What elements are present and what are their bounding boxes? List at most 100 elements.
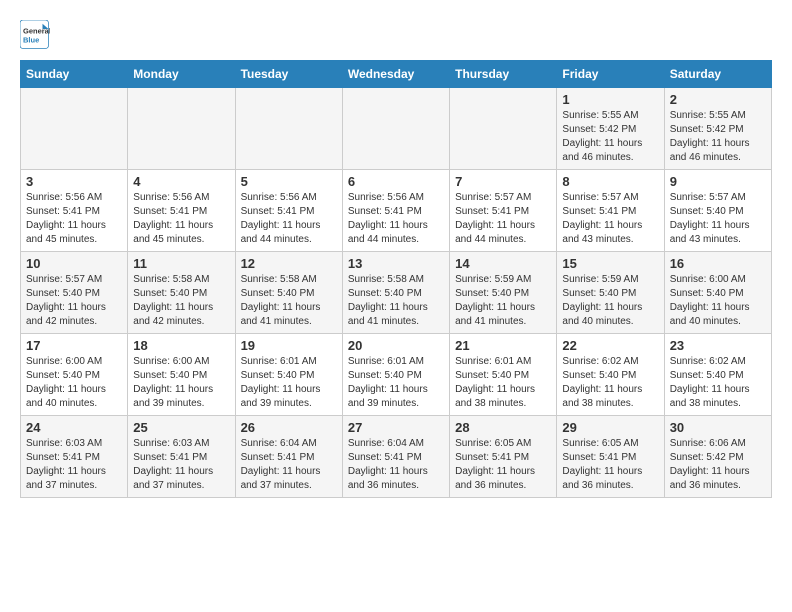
day-info: Sunrise: 6:06 AM Sunset: 5:42 PM Dayligh… (670, 437, 766, 493)
day-info: Sunrise: 6:00 AM Sunset: 5:40 PM Dayligh… (26, 355, 122, 411)
day-number: 3 (26, 174, 122, 189)
calendar-cell (450, 88, 557, 170)
day-number: 13 (348, 256, 444, 271)
calendar-cell: 27 Sunrise: 6:04 AM Sunset: 5:41 PM Dayli… (342, 416, 449, 498)
column-header-sunday: Sunday (21, 61, 128, 88)
calendar-week-row: 17 Sunrise: 6:00 AM Sunset: 5:40 PM Dayli… (21, 334, 772, 416)
calendar-cell (21, 88, 128, 170)
calendar-cell: 1 Sunrise: 5:55 AM Sunset: 5:42 PM Daylig… (557, 88, 664, 170)
day-number: 20 (348, 338, 444, 353)
calendar-cell: 18 Sunrise: 6:00 AM Sunset: 5:40 PM Dayli… (128, 334, 235, 416)
day-info: Sunrise: 6:04 AM Sunset: 5:41 PM Dayligh… (348, 437, 444, 493)
day-number: 8 (562, 174, 658, 189)
calendar-cell: 5 Sunrise: 5:56 AM Sunset: 5:41 PM Daylig… (235, 170, 342, 252)
day-info: Sunrise: 6:02 AM Sunset: 5:40 PM Dayligh… (670, 355, 766, 411)
calendar-cell: 23 Sunrise: 6:02 AM Sunset: 5:40 PM Dayli… (664, 334, 771, 416)
calendar-cell: 24 Sunrise: 6:03 AM Sunset: 5:41 PM Dayli… (21, 416, 128, 498)
day-number: 18 (133, 338, 229, 353)
calendar-cell: 26 Sunrise: 6:04 AM Sunset: 5:41 PM Dayli… (235, 416, 342, 498)
day-info: Sunrise: 5:59 AM Sunset: 5:40 PM Dayligh… (562, 273, 658, 329)
day-number: 16 (670, 256, 766, 271)
page-header: General Blue (20, 20, 772, 50)
day-info: Sunrise: 5:55 AM Sunset: 5:42 PM Dayligh… (562, 109, 658, 165)
day-info: Sunrise: 5:57 AM Sunset: 5:40 PM Dayligh… (26, 273, 122, 329)
day-info: Sunrise: 6:05 AM Sunset: 5:41 PM Dayligh… (455, 437, 551, 493)
day-number: 24 (26, 420, 122, 435)
day-number: 11 (133, 256, 229, 271)
calendar-cell: 14Sunrise: 5:59 AM Sunset: 5:40 PM Dayli… (450, 252, 557, 334)
day-number: 26 (241, 420, 337, 435)
calendar-cell: 19 Sunrise: 6:01 AM Sunset: 5:40 PM Dayli… (235, 334, 342, 416)
calendar-cell: 9 Sunrise: 5:57 AM Sunset: 5:40 PM Daylig… (664, 170, 771, 252)
day-number: 29 (562, 420, 658, 435)
day-info: Sunrise: 6:01 AM Sunset: 5:40 PM Dayligh… (455, 355, 551, 411)
day-number: 23 (670, 338, 766, 353)
calendar-week-row: 24 Sunrise: 6:03 AM Sunset: 5:41 PM Dayli… (21, 416, 772, 498)
calendar-header-row: SundayMondayTuesdayWednesdayThursdayFrid… (21, 61, 772, 88)
logo-icon: General Blue (20, 20, 50, 50)
calendar-cell: 7 Sunrise: 5:57 AM Sunset: 5:41 PM Daylig… (450, 170, 557, 252)
calendar-week-row: 3 Sunrise: 5:56 AM Sunset: 5:41 PM Daylig… (21, 170, 772, 252)
calendar-cell: 30 Sunrise: 6:06 AM Sunset: 5:42 PM Dayli… (664, 416, 771, 498)
day-number: 7 (455, 174, 551, 189)
day-info: Sunrise: 6:00 AM Sunset: 5:40 PM Dayligh… (133, 355, 229, 411)
day-number: 15 (562, 256, 658, 271)
day-info: Sunrise: 5:56 AM Sunset: 5:41 PM Dayligh… (241, 191, 337, 247)
calendar-cell: 12Sunrise: 5:58 AM Sunset: 5:40 PM Dayli… (235, 252, 342, 334)
calendar-cell: 15 Sunrise: 5:59 AM Sunset: 5:40 PM Dayli… (557, 252, 664, 334)
day-number: 6 (348, 174, 444, 189)
day-info: Sunrise: 5:56 AM Sunset: 5:41 PM Dayligh… (26, 191, 122, 247)
calendar-cell: 22 Sunrise: 6:02 AM Sunset: 5:40 PM Dayli… (557, 334, 664, 416)
day-number: 1 (562, 92, 658, 107)
day-number: 22 (562, 338, 658, 353)
day-info: Sunrise: 6:02 AM Sunset: 5:40 PM Dayligh… (562, 355, 658, 411)
calendar-cell: 3 Sunrise: 5:56 AM Sunset: 5:41 PM Daylig… (21, 170, 128, 252)
day-number: 10 (26, 256, 122, 271)
day-number: 2 (670, 92, 766, 107)
calendar-cell: 21 Sunrise: 6:01 AM Sunset: 5:40 PM Dayli… (450, 334, 557, 416)
day-info: Sunrise: 5:57 AM Sunset: 5:41 PM Dayligh… (455, 191, 551, 247)
logo: General Blue (20, 20, 55, 50)
day-info: Sunrise: 6:03 AM Sunset: 5:41 PM Dayligh… (26, 437, 122, 493)
calendar-table: SundayMondayTuesdayWednesdayThursdayFrid… (20, 60, 772, 498)
column-header-wednesday: Wednesday (342, 61, 449, 88)
column-header-friday: Friday (557, 61, 664, 88)
calendar-cell: 28 Sunrise: 6:05 AM Sunset: 5:41 PM Dayli… (450, 416, 557, 498)
calendar-cell: 8Sunrise: 5:57 AM Sunset: 5:41 PM Daylig… (557, 170, 664, 252)
day-number: 4 (133, 174, 229, 189)
column-header-monday: Monday (128, 61, 235, 88)
calendar-cell: 6Sunrise: 5:56 AM Sunset: 5:41 PM Daylig… (342, 170, 449, 252)
day-info: Sunrise: 5:57 AM Sunset: 5:40 PM Dayligh… (670, 191, 766, 247)
day-info: Sunrise: 5:55 AM Sunset: 5:42 PM Dayligh… (670, 109, 766, 165)
day-info: Sunrise: 6:03 AM Sunset: 5:41 PM Dayligh… (133, 437, 229, 493)
calendar-cell: 10 Sunrise: 5:57 AM Sunset: 5:40 PM Dayli… (21, 252, 128, 334)
calendar-week-row: 10 Sunrise: 5:57 AM Sunset: 5:40 PM Dayli… (21, 252, 772, 334)
svg-text:Blue: Blue (23, 36, 39, 45)
calendar-cell (235, 88, 342, 170)
day-number: 21 (455, 338, 551, 353)
day-number: 25 (133, 420, 229, 435)
calendar-cell: 4Sunrise: 5:56 AM Sunset: 5:41 PM Daylig… (128, 170, 235, 252)
calendar-cell: 29 Sunrise: 6:05 AM Sunset: 5:41 PM Dayli… (557, 416, 664, 498)
day-info: Sunrise: 6:05 AM Sunset: 5:41 PM Dayligh… (562, 437, 658, 493)
day-number: 19 (241, 338, 337, 353)
day-info: Sunrise: 5:58 AM Sunset: 5:40 PM Dayligh… (133, 273, 229, 329)
day-info: Sunrise: 5:58 AM Sunset: 5:40 PM Dayligh… (348, 273, 444, 329)
day-number: 5 (241, 174, 337, 189)
column-header-thursday: Thursday (450, 61, 557, 88)
calendar-week-row: 1 Sunrise: 5:55 AM Sunset: 5:42 PM Daylig… (21, 88, 772, 170)
day-info: Sunrise: 5:58 AM Sunset: 5:40 PM Dayligh… (241, 273, 337, 329)
day-number: 28 (455, 420, 551, 435)
day-info: Sunrise: 6:01 AM Sunset: 5:40 PM Dayligh… (241, 355, 337, 411)
calendar-cell (342, 88, 449, 170)
day-info: Sunrise: 6:04 AM Sunset: 5:41 PM Dayligh… (241, 437, 337, 493)
day-number: 9 (670, 174, 766, 189)
day-number: 27 (348, 420, 444, 435)
calendar-cell: 13 Sunrise: 5:58 AM Sunset: 5:40 PM Dayli… (342, 252, 449, 334)
calendar-cell: 17 Sunrise: 6:00 AM Sunset: 5:40 PM Dayli… (21, 334, 128, 416)
column-header-tuesday: Tuesday (235, 61, 342, 88)
calendar-cell: 25 Sunrise: 6:03 AM Sunset: 5:41 PM Dayli… (128, 416, 235, 498)
calendar-cell: 2 Sunrise: 5:55 AM Sunset: 5:42 PM Daylig… (664, 88, 771, 170)
day-number: 17 (26, 338, 122, 353)
day-number: 30 (670, 420, 766, 435)
